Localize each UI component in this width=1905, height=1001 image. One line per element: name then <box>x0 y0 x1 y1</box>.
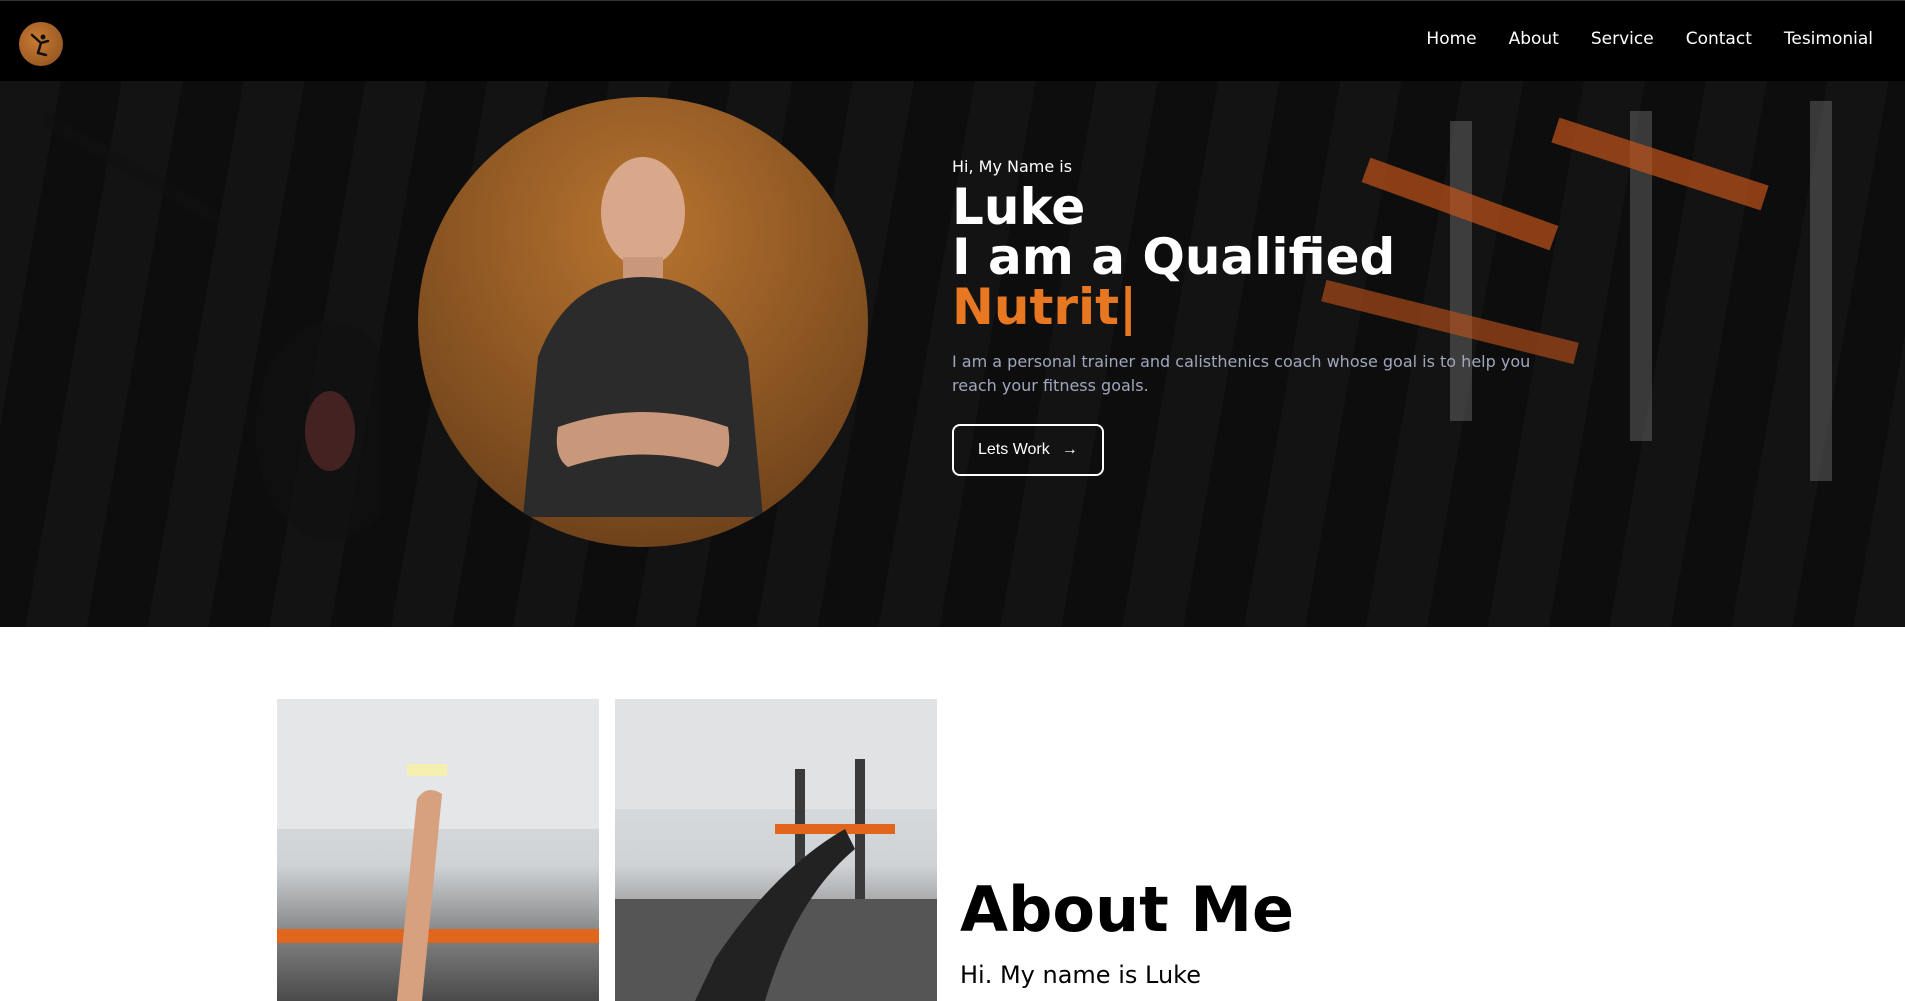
lets-work-button[interactable]: Lets Work → <box>952 424 1104 476</box>
nav-about[interactable]: About <box>1509 29 1559 49</box>
hero-description: I am a personal trainer and calisthenics… <box>952 352 1531 395</box>
gymnast-logo-icon <box>30 33 50 57</box>
hero-text: Hi, My Name is Luke I am a Qualified Nut… <box>952 157 1592 476</box>
hero-role-typing: Nutrit| <box>952 278 1138 336</box>
main-nav: Home About Service Contact Tesimonial <box>1426 29 1873 49</box>
hero-headline: I am a Qualified <box>952 228 1396 286</box>
hero-name: Luke <box>952 178 1086 236</box>
top-navbar: Home About Service Contact Tesimonial <box>0 0 1905 81</box>
about-section: About Me Hi. My name is Luke <box>0 627 1905 1001</box>
hero-greeting: Hi, My Name is <box>952 157 1073 176</box>
weight-plates-background <box>39 111 380 541</box>
nav-testimonial[interactable]: Tesimonial <box>1784 29 1873 49</box>
about-subtitle: Hi. My name is Luke <box>960 961 1201 989</box>
logo[interactable] <box>19 22 63 66</box>
trainer-portrait <box>418 97 868 547</box>
trainer-figure-image <box>523 157 763 517</box>
nav-contact[interactable]: Contact <box>1686 29 1752 49</box>
nav-service[interactable]: Service <box>1591 29 1654 49</box>
about-photo-handstand <box>277 699 599 1001</box>
lets-work-label: Lets Work <box>978 441 1050 458</box>
about-photo-gym-floor <box>615 699 937 1001</box>
nav-home[interactable]: Home <box>1426 29 1476 49</box>
arrow-right-icon: → <box>1061 441 1078 458</box>
about-title: About Me <box>960 873 1295 946</box>
hero-section: Hi, My Name is Luke I am a Qualified Nut… <box>0 81 1905 627</box>
